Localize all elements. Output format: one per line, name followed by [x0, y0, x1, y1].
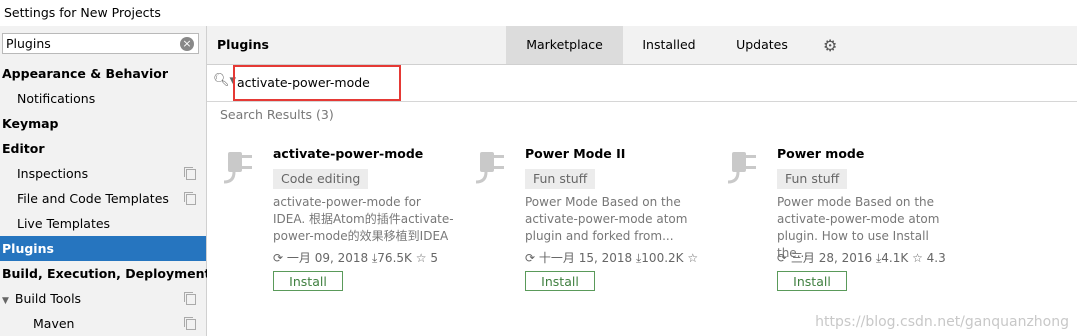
sidebar-item-live-templates[interactable]: Live Templates	[0, 211, 206, 236]
plugin-icon	[223, 152, 252, 184]
plugin-rating: 5	[430, 251, 438, 265]
plugin-card[interactable]: activate-power-mode Code editing activat…	[220, 142, 465, 312]
install-button[interactable]: Install	[525, 271, 595, 291]
plugin-description: Power Mode Based on the activate-power-m…	[525, 194, 710, 245]
sidebar-item-label: Inspections	[17, 166, 89, 181]
plugin-search-row: 🔍︎▾ activate-power-mode	[207, 65, 1077, 102]
star-icon: ☆	[415, 251, 427, 265]
plugin-meta: ⟳ 十一月 15, 2018 ⤓100.2K ☆	[525, 249, 698, 266]
desc-line: activate-power-mode for	[273, 195, 421, 209]
plugin-description: activate-power-mode for IDEA. 根据Atom的插件a…	[273, 194, 458, 245]
plugin-name[interactable]: Power Mode II	[525, 146, 625, 161]
window-titlebar: Settings for New Projects	[0, 0, 1077, 26]
sidebar-item-file-code-templates[interactable]: File and Code Templates	[0, 186, 206, 211]
project-scope-icon	[184, 192, 196, 205]
desc-line: power-mode的效果移植到IDEA	[273, 229, 449, 243]
plugin-name[interactable]: Power mode	[777, 146, 864, 161]
project-scope-icon	[184, 317, 196, 330]
sidebar-item-notifications[interactable]: Notifications	[0, 86, 206, 111]
plugin-date: 一月 09, 2018	[286, 251, 369, 265]
plugin-icon	[475, 152, 504, 184]
plugin-tag: Fun stuff	[525, 169, 596, 189]
plugin-card[interactable]: Power Mode II Fun stuff Power Mode Based…	[472, 142, 717, 312]
sidebar-item-inspections[interactable]: Inspections	[0, 161, 206, 186]
page-title: Plugins	[217, 37, 269, 52]
sidebar-item-keymap[interactable]: Keymap	[0, 111, 206, 136]
sidebar-item-appearance-behavior[interactable]: Appearance & Behavior	[0, 61, 206, 86]
plugin-tag: Code editing	[273, 169, 369, 189]
sidebar-item-label: Maven	[33, 316, 75, 331]
gear-icon[interactable]: ⚙	[823, 36, 837, 55]
sidebar-item-label: File and Code Templates	[17, 191, 169, 206]
settings-sidebar: Plugins × Appearance & Behavior Notifica…	[0, 26, 210, 336]
settings-tree: Appearance & Behavior Notifications Keym…	[0, 61, 210, 336]
search-results-label: Search Results (3)	[220, 107, 334, 122]
sidebar-item-label: Keymap	[2, 116, 59, 131]
star-icon: ☆	[687, 251, 699, 265]
sidebar-item-label: Build Tools	[14, 291, 82, 306]
desc-line: IDEA. 根据Atom的插件activate-	[273, 212, 454, 226]
plugin-downloads: 100.2K	[641, 251, 684, 265]
plugin-search-input[interactable]: activate-power-mode	[233, 65, 401, 101]
clear-icon[interactable]: ×	[180, 37, 194, 51]
refresh-icon: ⟳	[525, 251, 536, 265]
sidebar-item-editor[interactable]: Editor	[0, 136, 206, 161]
star-icon: ☆	[912, 251, 923, 265]
plugins-panel: Plugins Marketplace Installed Updates ⚙ …	[207, 26, 1077, 336]
plugin-card[interactable]: Power mode Fun stuff Power mode Based on…	[724, 142, 969, 312]
plugin-meta: ⟳ 三月 28, 2016 ⤓4.1K ☆ 4.3	[777, 249, 946, 266]
settings-search-input[interactable]: Plugins ×	[2, 33, 199, 54]
refresh-icon: ⟳	[273, 251, 284, 265]
sidebar-item-build-execution-deployment[interactable]: Build, Execution, Deployment	[0, 261, 210, 286]
sidebar-item-label: Build, Execution, Deployment	[2, 266, 211, 281]
sidebar-item-plugins[interactable]: Plugins	[0, 236, 206, 261]
install-button[interactable]: Install	[777, 271, 847, 291]
sidebar-item-label: Live Templates	[17, 216, 111, 231]
install-button[interactable]: Install	[273, 271, 343, 291]
plugin-downloads: 76.5K	[377, 251, 412, 265]
refresh-icon: ⟳	[777, 251, 788, 265]
plugins-header: Plugins Marketplace Installed Updates ⚙	[207, 26, 1077, 65]
plugin-date: 十一月 15, 2018	[538, 251, 633, 265]
desc-line: activate-power-mode atom	[525, 212, 688, 226]
desc-line: Power mode Based on the	[777, 195, 935, 209]
tab-updates[interactable]: Updates	[717, 26, 807, 64]
sidebar-item-build-tools[interactable]: ▼ Build Tools	[0, 286, 206, 311]
plugin-name[interactable]: activate-power-mode	[273, 146, 423, 161]
sidebar-item-label: Appearance & Behavior	[2, 66, 168, 81]
watermark: https://blog.csdn.net/ganquanzhong	[815, 314, 1069, 330]
desc-line: Power Mode Based on the	[525, 195, 681, 209]
project-scope-icon	[184, 292, 196, 305]
plugin-rating: 4.3	[926, 251, 946, 265]
desc-line: plugin and forked from...	[525, 229, 674, 243]
settings-search-value: Plugins	[6, 36, 51, 51]
sidebar-item-maven[interactable]: Maven	[0, 311, 206, 336]
tab-marketplace[interactable]: Marketplace	[506, 26, 623, 64]
sidebar-item-label: Plugins	[2, 241, 54, 256]
desc-line: activate-power-mode atom	[777, 212, 940, 226]
plugin-icon	[727, 152, 756, 184]
tab-installed[interactable]: Installed	[625, 26, 713, 64]
plugin-downloads: 4.1K	[881, 251, 909, 265]
project-scope-icon	[184, 167, 196, 180]
sidebar-item-label: Editor	[2, 141, 45, 156]
plugin-meta: ⟳ 一月 09, 2018 ⤓76.5K ☆ 5	[273, 249, 438, 266]
sidebar-item-label: Notifications	[17, 91, 96, 106]
plugin-date: 三月 28, 2016	[790, 251, 873, 265]
plugin-search-value: activate-power-mode	[237, 75, 370, 90]
plugin-tag: Fun stuff	[777, 169, 848, 189]
window-title: Settings for New Projects	[4, 5, 161, 20]
